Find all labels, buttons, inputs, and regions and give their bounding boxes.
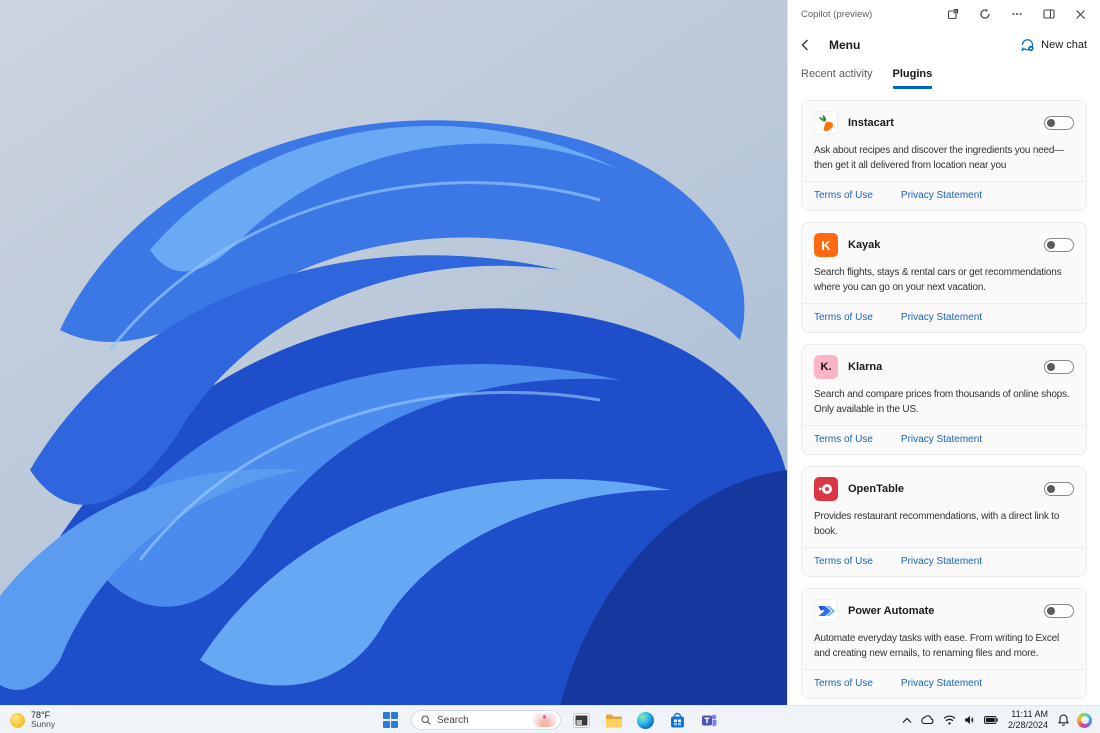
- plugin-toggle[interactable]: [1044, 604, 1074, 618]
- refresh-icon[interactable]: [978, 8, 991, 21]
- plugin-toggle[interactable]: [1044, 360, 1074, 374]
- plugin-name: Klarna: [848, 361, 883, 373]
- menu-row: Menu New chat: [801, 32, 1087, 58]
- weather-condition: Sunny: [31, 719, 56, 730]
- copilot-panel: Copilot (preview) Menu New chat Recent a…: [787, 0, 1100, 705]
- plugin-name: OpenTable: [848, 483, 905, 495]
- privacy-statement-link[interactable]: Privacy Statement: [901, 312, 982, 323]
- wifi-icon[interactable]: [943, 715, 956, 725]
- kayak-k-icon: K: [814, 233, 838, 257]
- plugin-card-kayak: K Kayak Search flights, stays & rental c…: [801, 222, 1087, 333]
- battery-icon[interactable]: [983, 716, 998, 724]
- plugin-description: Automate everyday tasks with ease. From …: [814, 633, 1060, 659]
- search-box[interactable]: Search: [411, 710, 561, 730]
- plugin-toggle[interactable]: [1044, 116, 1074, 130]
- system-tray: 11:11 AM 2/28/2024: [902, 706, 1092, 733]
- copilot-icon[interactable]: [1077, 712, 1092, 728]
- taskbar-center: Search: [379, 706, 721, 733]
- onedrive-cloud-icon[interactable]: [920, 715, 935, 725]
- teams-icon[interactable]: [698, 709, 721, 732]
- privacy-statement-link[interactable]: Privacy Statement: [901, 434, 982, 445]
- task-view-icon[interactable]: [570, 709, 593, 732]
- file-explorer-icon[interactable]: [602, 709, 625, 732]
- panel-title: Copilot (preview): [801, 8, 873, 20]
- plugin-toggle[interactable]: [1044, 238, 1074, 252]
- clock-time: 11:11 AM: [1011, 709, 1048, 720]
- plugin-card-opentable: OpenTable Provides restaurant recommenda…: [801, 466, 1087, 577]
- power-automate-arrow-icon: [814, 599, 838, 623]
- search-highlight-image: [533, 713, 557, 727]
- plugin-description: Search flights, stays & rental cars or g…: [814, 267, 1062, 293]
- dock-panel-icon[interactable]: [1042, 8, 1055, 21]
- start-button[interactable]: [379, 709, 402, 732]
- menu-label: Menu: [829, 38, 861, 52]
- start-icon: [382, 712, 399, 728]
- privacy-statement-link[interactable]: Privacy Statement: [901, 556, 982, 567]
- new-chat-button[interactable]: New chat: [1021, 38, 1087, 52]
- tab-plugins[interactable]: Plugins: [892, 68, 933, 89]
- more-ellipsis-icon[interactable]: [1010, 8, 1023, 21]
- edge-icon[interactable]: [634, 709, 657, 732]
- copilot-panel-header: Copilot (preview): [801, 0, 1087, 28]
- plugin-card-klarna: K. Klarna Search and compare prices from…: [801, 344, 1087, 455]
- notification-bell-icon[interactable]: [1058, 714, 1069, 726]
- screen: Copilot (preview) Menu New chat Recent a…: [0, 0, 1100, 733]
- plugin-description: Provides restaurant recommendations, wit…: [814, 511, 1060, 537]
- plugin-toggle[interactable]: [1044, 482, 1074, 496]
- terms-of-use-link[interactable]: Terms of Use: [814, 434, 873, 445]
- taskbar: 78°F Sunny Search 11:11 AM 2/28/2024: [0, 705, 1100, 733]
- store-icon[interactable]: [666, 709, 689, 732]
- plugin-card-power-automate: Power Automate Automate everyday tasks w…: [801, 588, 1087, 699]
- plugin-list: Instacart Ask about recipes and discover…: [801, 100, 1087, 705]
- search-icon: [421, 715, 431, 725]
- plugin-name: Kayak: [848, 239, 881, 251]
- instacart-carrot-icon: [814, 111, 838, 135]
- new-chat-icon: [1021, 38, 1034, 52]
- terms-of-use-link[interactable]: Terms of Use: [814, 312, 873, 323]
- new-chat-label: New chat: [1041, 39, 1087, 51]
- tab-recent-activity[interactable]: Recent activity: [801, 68, 873, 89]
- open-in-new-window-icon[interactable]: [946, 8, 959, 21]
- hidden-icons-chevron-icon[interactable]: [902, 717, 912, 724]
- back-chevron-icon[interactable]: [801, 38, 815, 52]
- terms-of-use-link[interactable]: Terms of Use: [814, 556, 873, 567]
- privacy-statement-link[interactable]: Privacy Statement: [901, 190, 982, 201]
- tabs: Recent activity Plugins: [801, 68, 1087, 89]
- plugin-name: Power Automate: [848, 605, 935, 617]
- opentable-circle-icon: [814, 477, 838, 501]
- plugin-card-instacart: Instacart Ask about recipes and discover…: [801, 100, 1087, 211]
- klarna-k-icon: K.: [814, 355, 838, 379]
- terms-of-use-link[interactable]: Terms of Use: [814, 678, 873, 689]
- privacy-statement-link[interactable]: Privacy Statement: [901, 678, 982, 689]
- plugin-description: Search and compare prices from thousands…: [814, 389, 1070, 415]
- search-placeholder: Search: [437, 714, 469, 726]
- close-icon[interactable]: [1074, 8, 1087, 21]
- weather-widget[interactable]: 78°F Sunny: [10, 706, 55, 733]
- plugin-name: Instacart: [848, 117, 894, 129]
- plugin-description: Ask about recipes and discover the ingre…: [814, 145, 1065, 171]
- clock-date: 2/28/2024: [1007, 720, 1048, 730]
- taskbar-clock[interactable]: 11:11 AM 2/28/2024: [1008, 709, 1048, 731]
- terms-of-use-link[interactable]: Terms of Use: [814, 190, 873, 201]
- speaker-icon[interactable]: [964, 715, 976, 725]
- sun-icon: [10, 712, 25, 728]
